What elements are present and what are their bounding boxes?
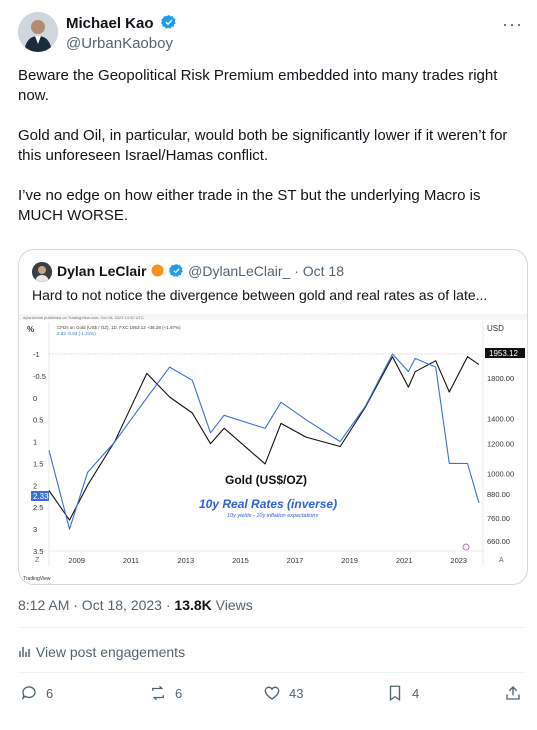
- author-handle[interactable]: @UrbanKaoboy: [66, 35, 173, 52]
- quoted-date[interactable]: Oct 18: [303, 263, 344, 279]
- left-axis-tick: 1.5: [33, 459, 43, 468]
- author-name-text[interactable]: Michael Kao: [66, 15, 154, 32]
- right-axis-tick: 660.00: [487, 537, 510, 546]
- quoted-text: Hard to not notice the divergence betwee…: [32, 287, 488, 303]
- tradingview-logo: TradingView: [23, 576, 51, 582]
- right-axis-tick: 1400.00: [487, 415, 514, 424]
- x-axis-tick: 2017: [287, 556, 304, 565]
- chart-auto-scale-button[interactable]: A: [499, 557, 504, 564]
- repost-count: 6: [175, 685, 183, 701]
- x-axis-tick: 2015: [232, 556, 249, 565]
- chart-label-rates-sub: 10y yields - 10y inflation expectations: [227, 513, 318, 519]
- post-meta: 8:12 AM · Oct 18, 2023 · 13.8K Views: [18, 597, 253, 613]
- quoted-avatar[interactable]: [32, 262, 52, 282]
- x-axis-tick: 2023: [450, 556, 467, 565]
- views-label: Views: [211, 597, 253, 613]
- analytics-icon: [19, 647, 30, 657]
- quoted-separator: ·: [294, 263, 303, 279]
- action-bar: 6 6 43 4: [18, 684, 523, 712]
- left-axis-tick: 3: [33, 525, 37, 534]
- bookmark-button[interactable]: 4: [386, 684, 419, 702]
- reply-icon: [21, 686, 36, 701]
- post-timestamp[interactable]: 8:12 AM · Oct 18, 2023 ·: [18, 597, 174, 613]
- left-axis-tick: 2: [33, 481, 37, 490]
- right-axis-tick: 760.00: [487, 514, 510, 523]
- view-count: 13.8K: [174, 597, 212, 613]
- chart-label-gold: Gold (US$/OZ): [225, 473, 307, 487]
- rate-badge-text: 2.33: [33, 492, 49, 501]
- left-axis-tick: 0: [33, 394, 37, 403]
- repost-icon: [152, 685, 164, 701]
- orange-badge-icon: [151, 264, 164, 277]
- like-count: 43: [289, 685, 304, 701]
- chart-zoom-button[interactable]: Z: [35, 557, 40, 564]
- x-axis-tick: 2019: [341, 556, 358, 565]
- gold-vs-real-rates-chart[interactable]: dylanleclair published on TradingView.co…: [19, 314, 527, 584]
- repost-button[interactable]: 6: [149, 684, 182, 702]
- quoted-handle[interactable]: @DylanLeClair_: [188, 263, 290, 279]
- view-engagements-label[interactable]: View post engagements: [36, 644, 185, 660]
- x-axis-tick: 2009: [68, 556, 85, 565]
- left-axis-tick: -1: [33, 350, 40, 359]
- gold-price-badge-text: 1953.12: [489, 349, 518, 358]
- x-axis-tick: 2021: [396, 556, 413, 565]
- reply-button[interactable]: 6: [20, 684, 53, 702]
- bookmark-icon: [389, 685, 401, 702]
- right-unit-label: USD: [487, 324, 504, 333]
- reply-count: 6: [46, 685, 54, 701]
- bookmark-count: 4: [412, 685, 420, 701]
- left-axis-tick: 2.5: [33, 503, 43, 512]
- verified-badge-icon: [169, 263, 184, 277]
- x-axis-tick: 2011: [123, 556, 139, 565]
- right-axis-tick: 1800.00: [487, 374, 514, 383]
- right-axis-tick: 1000.00: [487, 469, 514, 478]
- chart-source-line: dylanleclair published on TradingView.co…: [23, 315, 144, 320]
- right-axis-tick: 880.00: [487, 490, 510, 499]
- author-name[interactable]: Michael Kao: [66, 14, 177, 32]
- heart-icon: [264, 686, 280, 700]
- quoted-name[interactable]: Dylan LeClair: [57, 263, 146, 279]
- more-options-icon[interactable]: ···: [502, 14, 523, 35]
- divider: [18, 627, 525, 628]
- view-engagements-link[interactable]: View post engagements: [18, 644, 185, 660]
- verified-badge-icon: [160, 15, 176, 29]
- left-axis-tick: 1: [33, 438, 37, 447]
- tweet-text: Beware the Geopolitical Risk Premium emb…: [18, 67, 508, 224]
- left-unit-label: %: [27, 325, 34, 334]
- left-axis-tick: -0.5: [33, 372, 46, 381]
- chart-legend-rates: 2.33 -0.03 (-1.21%): [57, 331, 96, 336]
- author-avatar[interactable]: [18, 12, 58, 52]
- left-axis-tick: 0.5: [33, 416, 43, 425]
- like-button[interactable]: 43: [263, 684, 303, 702]
- quoted-header: Dylan LeClair @DylanLeClair_ · Oct 18: [57, 263, 344, 279]
- x-axis-tick: 2013: [177, 556, 194, 565]
- quoted-post[interactable]: Dylan LeClair @DylanLeClair_ · Oct 18 Ha…: [18, 249, 528, 585]
- right-axis-tick: 1200.00: [487, 440, 514, 449]
- divider: [18, 672, 525, 673]
- share-button[interactable]: [504, 684, 522, 702]
- share-icon: [506, 686, 520, 700]
- left-axis-tick: 3.5: [33, 547, 43, 556]
- chart-legend-gold: CFDs on Gold (US$ / OZ), 1D, FXC 1953.12…: [57, 325, 181, 330]
- chart-label-rates: 10y Real Rates (inverse): [199, 497, 337, 511]
